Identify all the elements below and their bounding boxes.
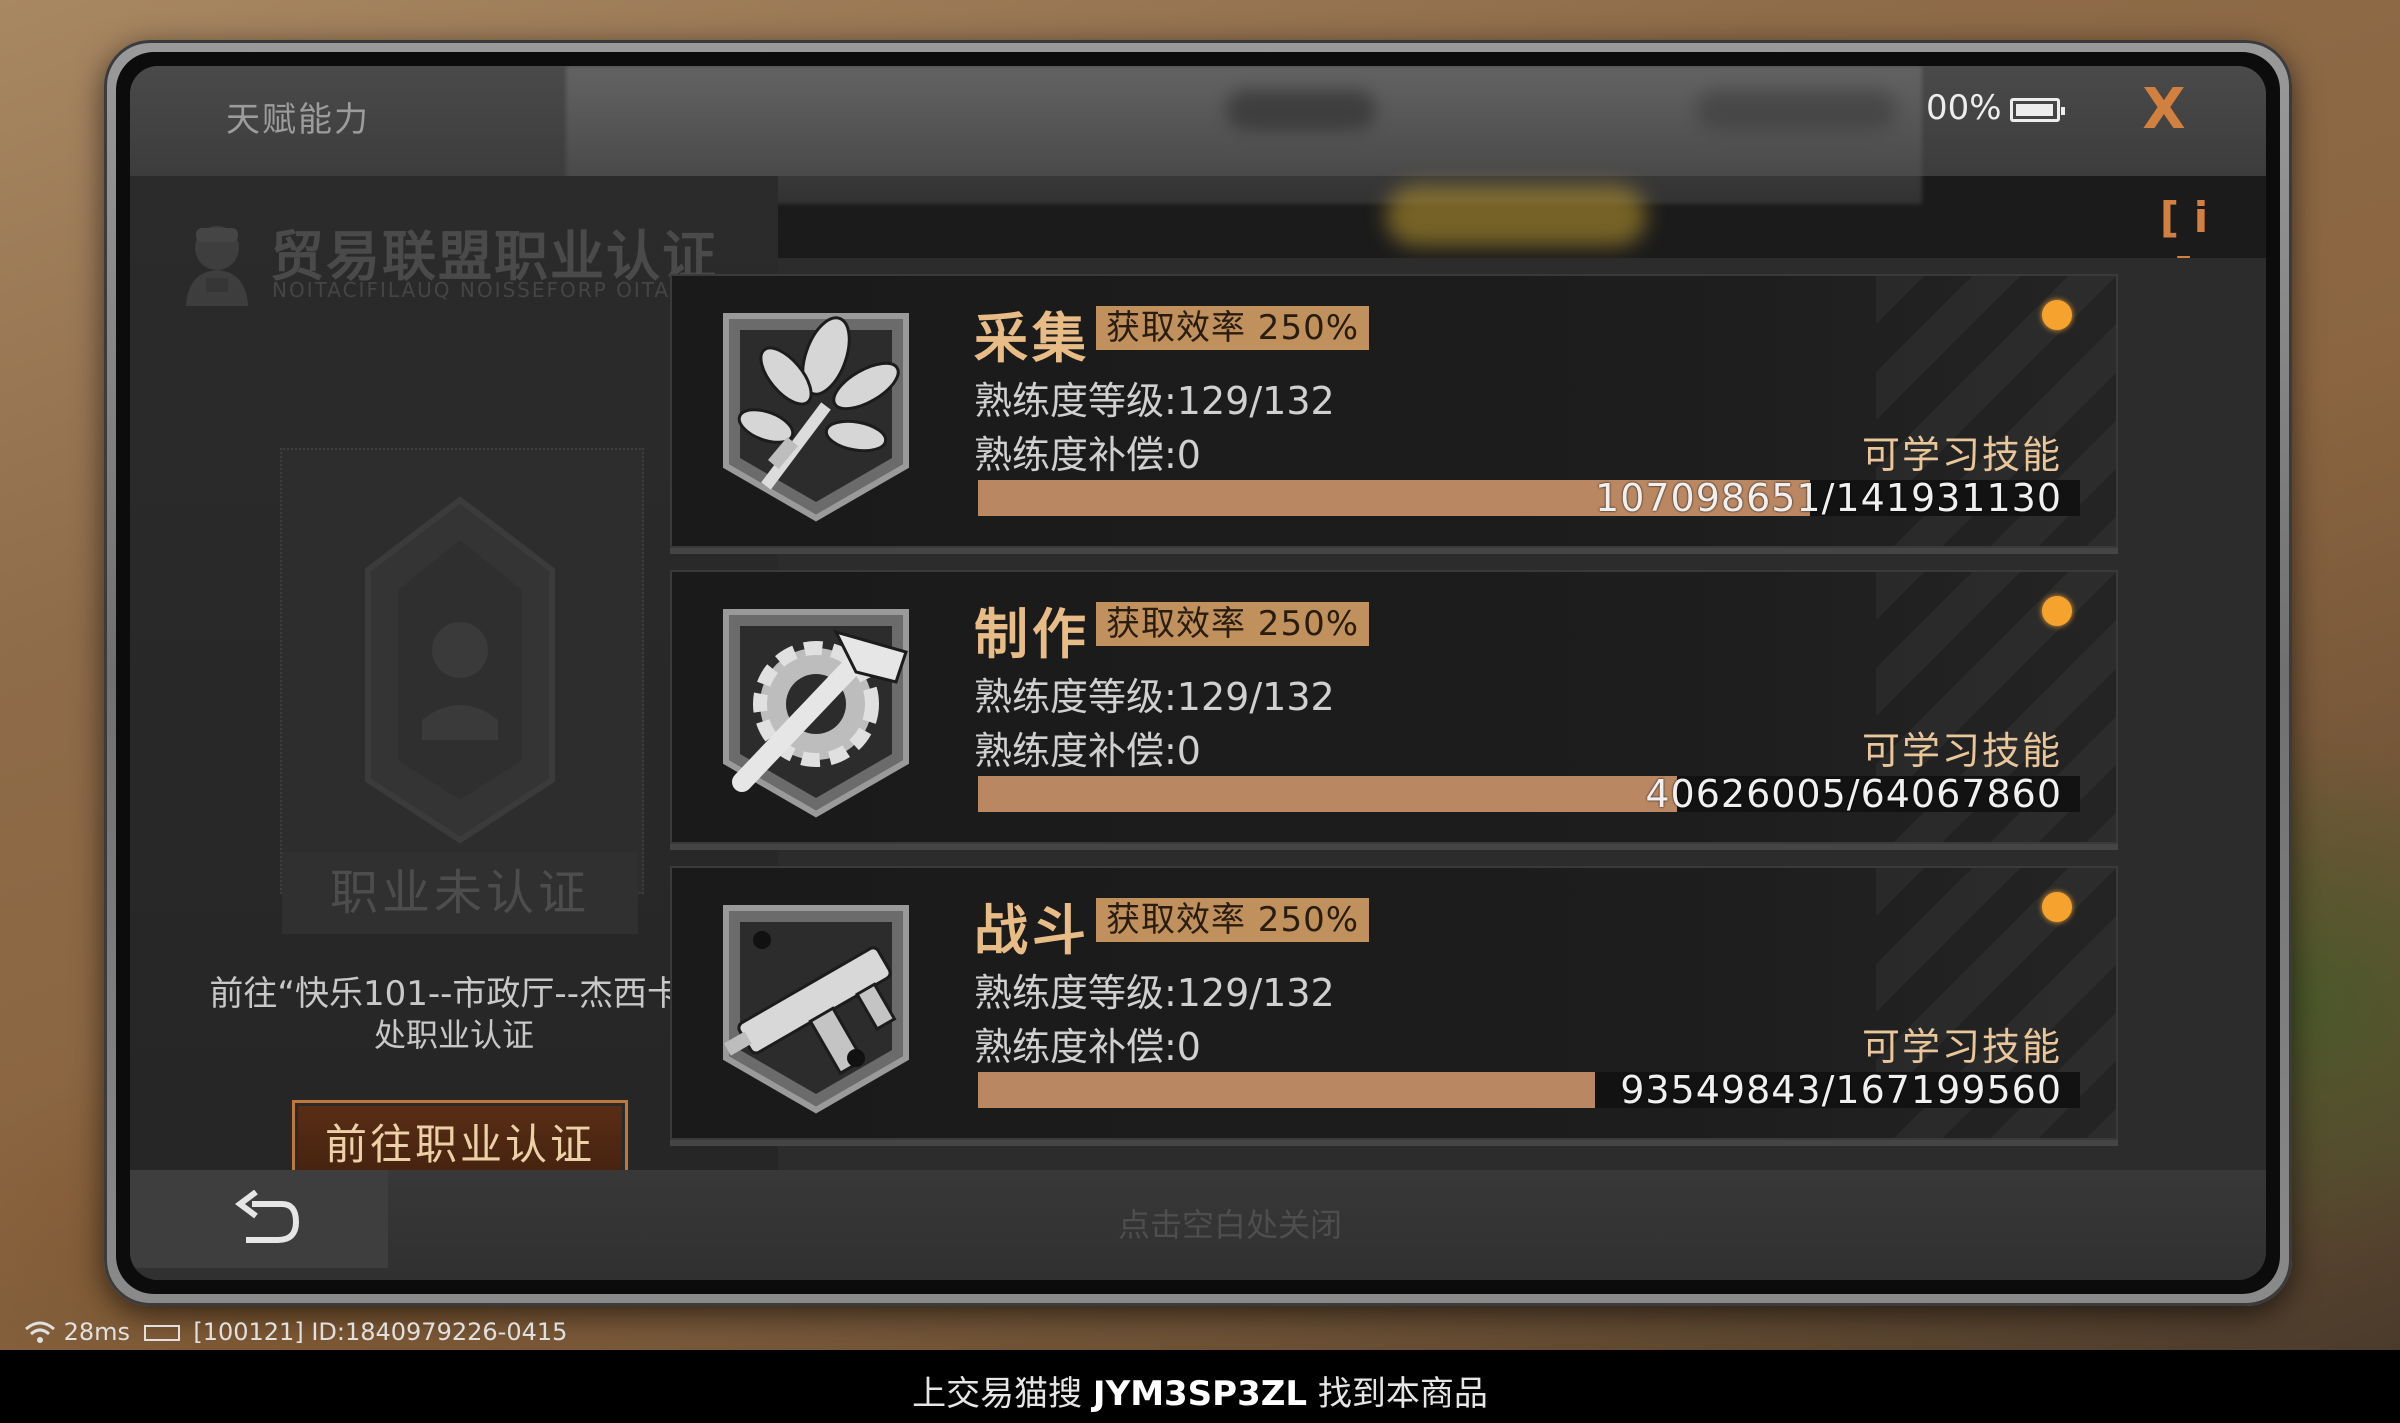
talent-screen: 天赋能力 00% X [ i ] 贸易联盟职业认证 NOITACIFILAUQ … xyxy=(130,66,2266,1280)
certification-badge-slot xyxy=(280,448,644,894)
watermark-prefix: 上交易猫搜 xyxy=(912,1374,1083,1414)
merchant-logo-icon xyxy=(186,226,248,306)
learnable-skill-label: 可学习技能 xyxy=(1861,729,2062,773)
leaf-bundle-icon xyxy=(723,313,909,522)
device-battery-icon xyxy=(143,1325,180,1341)
notification-dot xyxy=(2042,596,2072,626)
proficiency-level: 熟练度等级:129/132 xyxy=(974,675,1335,719)
battery-icon xyxy=(2010,98,2065,122)
learnable-skill-label: 可学习技能 xyxy=(1861,433,2062,477)
notification-dot xyxy=(2042,300,2072,330)
back-button[interactable] xyxy=(130,1170,388,1268)
info-button[interactable]: [ i ] xyxy=(2148,190,2220,298)
page-title: 天赋能力 xyxy=(226,100,370,140)
progress-value: 107098651/141931130 xyxy=(1595,476,2062,520)
progress-fill xyxy=(978,776,1677,812)
watermark-code: JYM3SP3ZL xyxy=(1092,1374,1308,1414)
proficiency-level: 熟练度等级:129/132 xyxy=(974,971,1335,1015)
progress-value: 93549843/167199560 xyxy=(1620,1068,2062,1112)
gear-hammer-icon xyxy=(723,609,909,818)
proficiency-compensation: 熟练度补偿:0 xyxy=(974,433,1201,477)
submachine-gun-icon xyxy=(723,905,909,1114)
wifi-icon xyxy=(25,1321,55,1343)
skill-card-crafting[interactable]: 制作 获取效率 250% 熟练度等级:129/132 熟练度补偿:0 可学习技能… xyxy=(670,570,2118,844)
proficiency-level: 熟练度等级:129/132 xyxy=(974,379,1335,423)
proficiency-compensation: 熟练度补偿:0 xyxy=(974,729,1201,773)
skill-card-combat[interactable]: 战斗 获取效率 250% 熟练度等级:129/132 熟练度补偿:0 可学习技能… xyxy=(670,866,2118,1140)
proficiency-compensation: 熟练度补偿:0 xyxy=(974,1025,1201,1069)
server-player-id: [100121] ID:1840979226-0415 xyxy=(193,1318,568,1346)
notification-dot xyxy=(2042,892,2072,922)
badge-placeholder-icon xyxy=(365,496,555,844)
progress-fill xyxy=(978,1072,1595,1108)
cert-status-label: 职业未认证 xyxy=(282,852,638,934)
efficiency-badge: 获取效率 250% xyxy=(1096,898,1370,942)
learnable-skill-label: 可学习技能 xyxy=(1861,1025,2062,1069)
ping-value: 28ms xyxy=(63,1318,131,1346)
battery-percent: 00% xyxy=(1926,88,2002,128)
efficiency-badge: 获取效率 250% xyxy=(1096,602,1370,646)
blurred-tab xyxy=(1386,186,1646,246)
progress-value: 40626005/64067860 xyxy=(1645,772,2062,816)
skill-card-gathering[interactable]: 采集 获取效率 250% 熟练度等级:129/132 熟练度补偿:0 可学习技能… xyxy=(670,274,2118,548)
network-status-line: 28ms [100121] ID:1840979226-0415 xyxy=(24,1318,567,1346)
skill-name: 采集 xyxy=(974,307,1090,370)
blurred-text xyxy=(1696,90,1896,130)
back-arrow-icon xyxy=(235,1190,300,1243)
watermark-text: 上交易猫搜 JYM3SP3ZL 找到本商品 xyxy=(0,1366,2400,1415)
skill-name: 制作 xyxy=(974,603,1090,666)
efficiency-badge: 获取效率 250% xyxy=(1096,306,1370,350)
skill-name: 战斗 xyxy=(974,899,1090,962)
close-button[interactable]: X xyxy=(2132,78,2196,142)
blurred-text xyxy=(1226,90,1376,130)
watermark-suffix: 找到本商品 xyxy=(1317,1374,1488,1414)
tap-to-close-hint[interactable]: 点击空白处关闭 xyxy=(930,1200,1530,1246)
